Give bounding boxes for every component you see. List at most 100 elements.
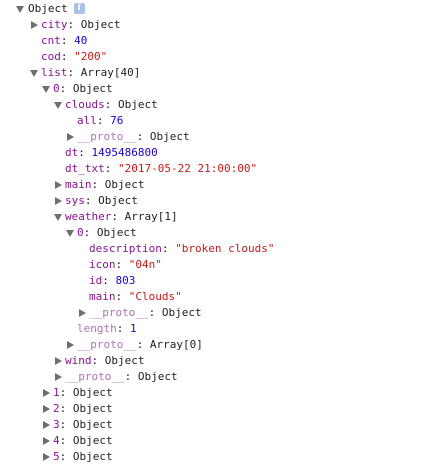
property-key: icon bbox=[89, 258, 116, 271]
property-key: 2 bbox=[53, 402, 60, 415]
tree-row-proto[interactable]: __proto__: Object bbox=[0, 129, 440, 145]
tree-row-weather-main: main: "Clouds" bbox=[0, 289, 440, 305]
property-value: Object bbox=[96, 226, 137, 239]
property-value: Object bbox=[98, 194, 138, 207]
collapsed-triangle-icon[interactable] bbox=[65, 337, 75, 353]
tree-row-city[interactable]: city: Object bbox=[0, 17, 440, 33]
property-key: 0 bbox=[53, 82, 60, 95]
tree-row-id: id: 803 bbox=[0, 273, 440, 289]
collapsed-triangle-icon[interactable] bbox=[41, 433, 51, 449]
collapsed-triangle-icon[interactable] bbox=[53, 193, 63, 209]
property-key: __proto__ bbox=[89, 306, 149, 319]
separator: : bbox=[78, 146, 92, 159]
tree-row-cod: cod: "200" bbox=[0, 49, 440, 65]
collapsed-triangle-icon[interactable] bbox=[41, 449, 51, 465]
info-icon[interactable]: i bbox=[73, 2, 85, 14]
separator: : bbox=[115, 258, 129, 271]
property-key: cod bbox=[41, 50, 61, 63]
tree-row-cnt: cnt: 40 bbox=[0, 33, 440, 49]
tree-row-proto[interactable]: __proto__: Array[0] bbox=[0, 337, 440, 353]
property-key: description bbox=[89, 242, 162, 255]
tree-row-list-2[interactable]: 2: Object bbox=[0, 401, 440, 417]
object-tree: Object i city: Object cnt: 40 cod: "200" … bbox=[0, 1, 440, 465]
expanded-triangle-icon[interactable] bbox=[41, 81, 51, 97]
property-value: "04n" bbox=[128, 258, 162, 271]
separator: : bbox=[111, 210, 125, 223]
tree-row-list-3[interactable]: 3: Object bbox=[0, 417, 440, 433]
expanded-triangle-icon[interactable] bbox=[15, 1, 25, 17]
property-key: clouds bbox=[65, 98, 105, 111]
tree-row-root[interactable]: Object i bbox=[0, 1, 440, 17]
collapsed-triangle-icon[interactable] bbox=[41, 385, 51, 401]
expanded-triangle-icon[interactable] bbox=[53, 97, 63, 113]
property-key: city bbox=[41, 18, 68, 31]
property-key: list bbox=[41, 66, 68, 79]
collapsed-triangle-icon[interactable] bbox=[53, 353, 63, 369]
property-key: all bbox=[77, 114, 97, 127]
separator: : bbox=[59, 418, 73, 431]
tree-row-proto[interactable]: __proto__: Object bbox=[0, 369, 440, 385]
separator: : bbox=[59, 82, 73, 95]
separator: : bbox=[104, 98, 118, 111]
tree-row-proto[interactable]: __proto__: Object bbox=[0, 305, 440, 321]
tree-row-list-0[interactable]: 0: Object bbox=[0, 81, 440, 97]
tree-row-dt-txt: dt_txt: "2017-05-22 21:00:00" bbox=[0, 161, 440, 177]
collapsed-triangle-icon[interactable] bbox=[53, 369, 63, 385]
tree-row-weather-0[interactable]: 0: Object bbox=[0, 225, 440, 241]
tree-row-main[interactable]: main: Object bbox=[0, 177, 440, 193]
property-value: Object bbox=[161, 306, 202, 319]
property-value: 76 bbox=[110, 114, 124, 127]
collapsed-triangle-icon[interactable] bbox=[77, 305, 87, 321]
property-key: length bbox=[77, 322, 117, 335]
collapsed-triangle-icon[interactable] bbox=[41, 401, 51, 417]
collapsed-triangle-icon[interactable] bbox=[29, 17, 39, 33]
expanded-triangle-icon[interactable] bbox=[65, 225, 75, 241]
collapsed-triangle-icon[interactable] bbox=[65, 129, 75, 145]
property-key: sys bbox=[65, 194, 85, 207]
separator: : bbox=[59, 402, 73, 415]
property-key: dt_txt bbox=[65, 162, 105, 175]
property-value: Object bbox=[72, 402, 113, 415]
property-key: __proto__ bbox=[77, 130, 137, 143]
separator: : bbox=[59, 386, 73, 399]
separator: : bbox=[136, 130, 150, 143]
separator: : bbox=[83, 226, 97, 239]
property-value: Object bbox=[72, 386, 113, 399]
property-value: Object bbox=[72, 82, 113, 95]
separator: : bbox=[104, 162, 118, 175]
property-value: "broken clouds" bbox=[175, 242, 275, 255]
property-value: "Clouds" bbox=[128, 290, 182, 303]
tree-row-weather[interactable]: weather: Array[1] bbox=[0, 209, 440, 225]
property-value: Object bbox=[149, 130, 190, 143]
separator: : bbox=[115, 290, 129, 303]
property-key: cnt bbox=[41, 34, 61, 47]
separator: : bbox=[91, 178, 105, 191]
separator: : bbox=[124, 370, 138, 383]
tree-row-wind[interactable]: wind: Object bbox=[0, 353, 440, 369]
tree-row-list[interactable]: list: Array[40] bbox=[0, 65, 440, 81]
root-label: Object bbox=[28, 2, 68, 15]
separator: : bbox=[136, 338, 150, 351]
collapsed-triangle-icon[interactable] bbox=[41, 417, 51, 433]
tree-row-sys[interactable]: sys: Object bbox=[0, 193, 440, 209]
tree-row-dt: dt: 1495486800 bbox=[0, 145, 440, 161]
tree-row-clouds[interactable]: clouds: Object bbox=[0, 97, 440, 113]
separator: : bbox=[67, 18, 81, 31]
property-value: Array[0] bbox=[149, 338, 203, 351]
property-key: __proto__ bbox=[77, 338, 137, 351]
property-key: main bbox=[65, 178, 92, 191]
collapsed-triangle-icon[interactable] bbox=[53, 177, 63, 193]
property-value: Object bbox=[104, 178, 145, 191]
separator: : bbox=[60, 34, 75, 47]
property-key: id bbox=[89, 274, 103, 287]
tree-row-list-5[interactable]: 5: Object bbox=[0, 449, 440, 465]
expanded-triangle-icon[interactable] bbox=[53, 209, 63, 225]
property-key: main bbox=[89, 290, 116, 303]
tree-row-icon: icon: "04n" bbox=[0, 257, 440, 273]
tree-row-list-4[interactable]: 4: Object bbox=[0, 433, 440, 449]
separator: : bbox=[84, 194, 99, 207]
expanded-triangle-icon[interactable] bbox=[29, 65, 39, 81]
property-value: Object bbox=[80, 18, 121, 31]
separator: : bbox=[116, 322, 130, 335]
tree-row-list-1[interactable]: 1: Object bbox=[0, 385, 440, 401]
